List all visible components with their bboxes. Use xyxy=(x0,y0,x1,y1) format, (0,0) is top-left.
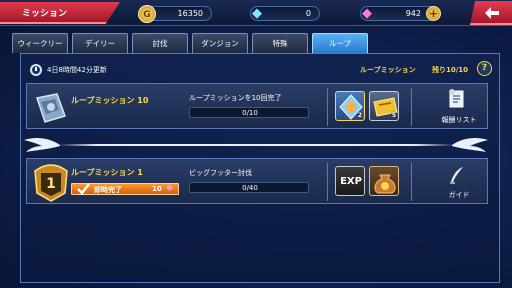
help-button[interactable]: ? xyxy=(477,61,492,76)
tab-label: デイリー xyxy=(85,39,115,48)
immediate-cost: 10 xyxy=(152,185,162,193)
progress-text: 0/10 xyxy=(242,109,258,117)
tab-daily[interactable]: デイリー xyxy=(72,33,128,53)
coin-value: 16350 xyxy=(177,9,203,18)
tab-label: 討伐 xyxy=(152,39,168,48)
tab-label: 特殊 xyxy=(272,39,288,48)
pink-gem-value: 942 xyxy=(405,9,421,18)
reward-count: 2 xyxy=(357,112,362,119)
pink-gem-icon: ◆ xyxy=(362,6,372,21)
quill-icon xyxy=(450,167,463,184)
tab-dungeon[interactable]: ダンジョン xyxy=(192,33,248,53)
scroll-mission-icon xyxy=(31,88,69,126)
mission-description: ビッグフッター討伐 xyxy=(189,169,252,177)
guide-button[interactable]: ガイド xyxy=(427,161,483,203)
immediate-complete-button[interactable]: 即時完了 10 ◆ xyxy=(71,183,179,195)
tab-subjugation[interactable]: 討伐 xyxy=(132,33,188,53)
update-timer: 4日8時間42分更新 xyxy=(47,66,107,74)
mission-row: ループミッション 10 ループミッションを10回完了 0/10 2 5 報酬リス… xyxy=(26,83,488,129)
reward-count: 5 xyxy=(391,112,396,119)
coin-counter: G 16350 xyxy=(138,5,212,23)
mission-name: ループミッション 10 xyxy=(71,96,149,105)
mission-description: ループミッションを10回完了 xyxy=(189,94,282,102)
level-badge-icon: 1 xyxy=(31,163,69,202)
reward-list-button[interactable]: 報酬リスト xyxy=(427,86,483,128)
back-button[interactable] xyxy=(470,1,512,25)
blue-gem-value: 0 xyxy=(305,9,311,18)
loop-remaining-count: 残り10/10 xyxy=(432,66,469,74)
divider xyxy=(327,163,328,201)
exp-reward[interactable]: EXP xyxy=(335,166,365,196)
pink-gem-icon: ◆ xyxy=(166,183,173,193)
add-gem-button[interactable]: + xyxy=(426,6,441,21)
immediate-complete-label: 即時完了 xyxy=(94,186,122,194)
pink-gem-counter: ◆ 942 + xyxy=(360,6,441,21)
divider xyxy=(411,88,412,126)
divider xyxy=(327,88,328,126)
back-arrow-icon xyxy=(485,7,499,19)
left-wing-icon xyxy=(24,137,60,152)
reward-list-label: 報酬リスト xyxy=(441,116,477,124)
check-icon xyxy=(77,183,90,195)
progress-bar: 0/10 xyxy=(189,107,309,118)
level-number: 1 xyxy=(46,176,56,192)
clock-icon xyxy=(30,64,42,76)
exp-icon: EXP xyxy=(340,176,362,187)
tab-special[interactable]: 特殊 xyxy=(252,33,308,53)
mission-row: 1 ループミッション 1 即時完了 10 ◆ ビッグフッター討伐 0/40 EX… xyxy=(26,158,488,204)
top-bar: ミッション G 16350 ◆ 0 ◆ 942 + xyxy=(0,0,512,26)
loop-mission-label: ループミッション xyxy=(360,66,416,74)
page-title: ミッション xyxy=(22,9,68,19)
ticket-reward[interactable]: 5 xyxy=(369,91,399,121)
tab-label: ウィークリー xyxy=(17,39,63,48)
progress-bar: 0/40 xyxy=(189,182,309,193)
crystal-reward[interactable]: 2 xyxy=(335,91,365,121)
coin-icon: G xyxy=(138,5,156,23)
right-wing-icon xyxy=(452,137,488,152)
progress-text: 0/40 xyxy=(242,184,258,192)
gold-bag-icon xyxy=(374,174,396,194)
wing-divider-line xyxy=(58,144,454,146)
tab-label: ダンジョン xyxy=(201,39,239,48)
blue-gem-counter: ◆ 0 xyxy=(250,6,320,21)
gold-reward[interactable] xyxy=(369,166,399,196)
mission-name: ループミッション 1 xyxy=(71,168,143,177)
tab-label: ループ xyxy=(328,39,352,48)
tab-loop[interactable]: ループ xyxy=(312,33,368,53)
guide-label: ガイド xyxy=(448,191,470,199)
tab-weekly[interactable]: ウィークリー xyxy=(12,33,68,53)
reward-list-icon xyxy=(449,89,464,108)
divider xyxy=(411,163,412,201)
blue-gem-icon: ◆ xyxy=(252,6,262,21)
